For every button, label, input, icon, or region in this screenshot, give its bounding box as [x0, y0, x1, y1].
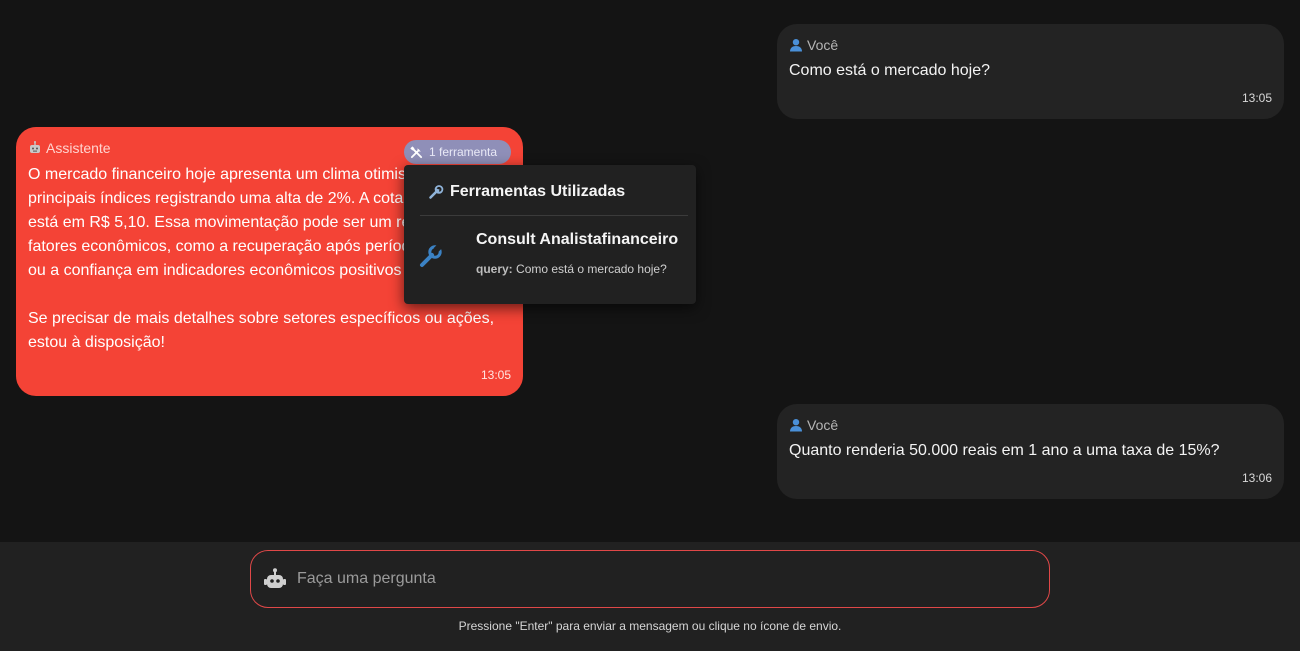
- user-message: Você Quanto renderia 50.000 reais em 1 a…: [777, 404, 1284, 499]
- message-text: Quanto renderia 50.000 reais em 1 ano a …: [789, 442, 1220, 459]
- robot-icon: [30, 141, 40, 153]
- message-author: Você: [789, 416, 1272, 434]
- composer: Pressione "Enter" para enviar a mensagem…: [0, 542, 1300, 651]
- author-name: Você: [807, 417, 839, 433]
- robot-icon: [264, 568, 286, 588]
- message-input[interactable]: [295, 569, 1049, 589]
- tool-arg-value: Como está o mercado hoje?: [516, 262, 667, 276]
- message-time: 13:06: [1241, 471, 1272, 485]
- divider: [420, 215, 688, 216]
- author-name: Você: [807, 37, 839, 53]
- tool-name: Consult Analistafinanceiro: [476, 231, 679, 248]
- author-name: Assistente: [46, 140, 111, 156]
- tools-used-chip[interactable]: 1 ferramenta: [404, 140, 511, 164]
- tool-arguments: query: Como está o mercado hoje?: [476, 262, 667, 276]
- tools-icon: [410, 145, 423, 158]
- popover-title: Ferramentas Utilizadas: [428, 183, 625, 201]
- wrench-icon: [429, 185, 444, 199]
- user-message: Você Como está o mercado hoje? 13:05: [777, 24, 1284, 119]
- popover-title-text: Ferramentas Utilizadas: [450, 183, 626, 200]
- user-icon: [790, 419, 802, 432]
- user-icon: [790, 39, 802, 52]
- message-input-box[interactable]: [250, 550, 1050, 608]
- tool-arg-key: query:: [476, 262, 513, 276]
- wrench-icon: [420, 243, 443, 267]
- input-hint: Pressione "Enter" para enviar a mensagem…: [458, 619, 842, 633]
- chat-app: Você Como está o mercado hoje? 13:05 Ass…: [0, 0, 1300, 651]
- message-time: 13:05: [480, 368, 511, 382]
- message-time: 13:05: [1241, 91, 1272, 105]
- tools-popover: Ferramentas Utilizadas Consult Analistaf…: [404, 165, 696, 304]
- message-author: Você: [789, 36, 1272, 54]
- tools-chip-label: 1 ferramenta: [429, 145, 498, 159]
- message-text: Como está o mercado hoje?: [789, 62, 990, 79]
